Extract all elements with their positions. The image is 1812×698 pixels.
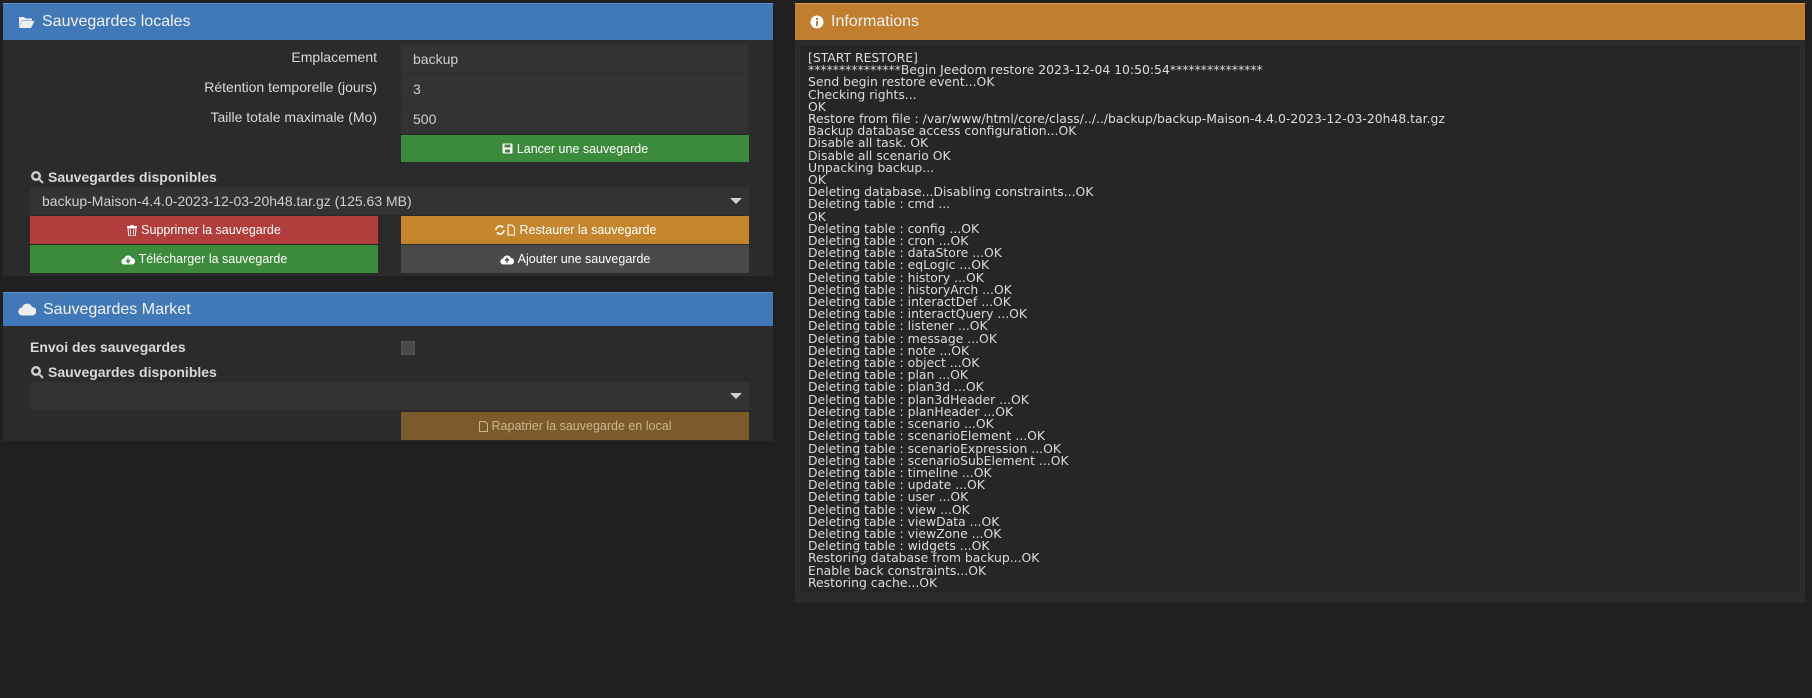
search-icon <box>30 170 44 184</box>
location-label: Emplacement <box>291 49 377 65</box>
launch-backup-label: Lancer une sauvegarde <box>516 141 649 156</box>
local-available-text: Sauvegardes disponibles <box>48 169 217 185</box>
local-backups-title: Sauvegardes locales <box>42 13 191 30</box>
retention-label: Rétention temporelle (jours) <box>204 79 377 95</box>
restore-log: [START RESTORE] ***************Begin Jeed… <box>808 51 1808 590</box>
max-size-label: Taille totale maximale (Mo) <box>210 109 378 125</box>
add-backup-button[interactable]: Ajouter une sauvegarde <box>401 245 749 273</box>
info-header: Informations <box>795 3 1805 40</box>
download-backup-button[interactable]: Télécharger la sauvegarde <box>30 245 378 273</box>
chevron-down-icon <box>730 198 742 204</box>
search-icon <box>30 365 44 379</box>
market-available-text: Sauvegardes disponibles <box>48 364 217 380</box>
cloud-upload-icon <box>500 254 514 265</box>
cloud-download-icon <box>121 254 135 265</box>
local-backup-selected: backup-Maison-4.4.0-2023-12-03-20h48.tar… <box>42 193 412 209</box>
info-title: Informations <box>831 13 920 30</box>
restore-backup-label: Restaurer la sauvegarde <box>519 223 657 237</box>
market-available-label: Sauvegardes disponibles <box>30 364 217 380</box>
market-backup-select[interactable] <box>30 382 749 410</box>
local-backups-header: Sauvegardes locales <box>3 3 773 40</box>
log-line: Send begin restore event...OK <box>808 74 995 90</box>
repatriate-backup-label: Rapatrier la sauvegarde en local <box>491 419 672 433</box>
log-line: Deleting database...Disabling constraint… <box>808 184 1094 200</box>
delete-backup-label: Supprimer la sauvegarde <box>141 223 281 237</box>
log-line: Deleting table : cmd ... <box>808 196 951 212</box>
log-line: Restoring cache...OK <box>808 574 938 590</box>
folder-open-icon <box>18 15 35 29</box>
log-line: Enable back constraints...OK <box>808 562 987 578</box>
log-line: Backup database access configuration...O… <box>808 123 1077 139</box>
retention-input[interactable]: 3 <box>401 74 749 104</box>
cloud-icon <box>18 303 36 316</box>
market-backups-title: Sauvegardes Market <box>43 300 191 318</box>
save-icon <box>502 143 513 154</box>
local-backup-select[interactable]: backup-Maison-4.4.0-2023-12-03-20h48.tar… <box>30 187 749 215</box>
repatriate-backup-button[interactable]: Rapatrier la sauvegarde en local <box>401 412 749 440</box>
log-line: Checking rights... <box>808 86 917 102</box>
restore-backup-button[interactable]: Restaurer la sauvegarde <box>401 216 749 244</box>
max-size-input[interactable]: 500 <box>401 104 749 134</box>
chevron-down-icon <box>730 393 742 399</box>
log-line: Unpacking backup... <box>808 159 935 175</box>
send-backups-label: Envoi des sauvegardes <box>30 339 186 355</box>
local-available-label: Sauvegardes disponibles <box>30 169 217 185</box>
delete-backup-button[interactable]: Supprimer la sauvegarde <box>30 216 378 244</box>
send-backups-checkbox[interactable] <box>401 341 415 355</box>
add-backup-label: Ajouter une sauvegarde <box>517 252 651 266</box>
info-circle-icon <box>810 15 824 29</box>
log-line: Disable all scenario OK <box>808 147 951 163</box>
download-backup-label: Télécharger la sauvegarde <box>138 252 288 266</box>
location-input[interactable]: backup <box>401 44 749 74</box>
trash-icon <box>127 224 138 236</box>
market-backups-header: Sauvegardes Market <box>3 292 773 326</box>
file-icon <box>478 420 488 432</box>
log-line: Disable all task. OK <box>808 135 929 151</box>
launch-backup-button[interactable]: Lancer une sauvegarde <box>401 135 749 162</box>
refresh-file-icon <box>494 224 516 236</box>
